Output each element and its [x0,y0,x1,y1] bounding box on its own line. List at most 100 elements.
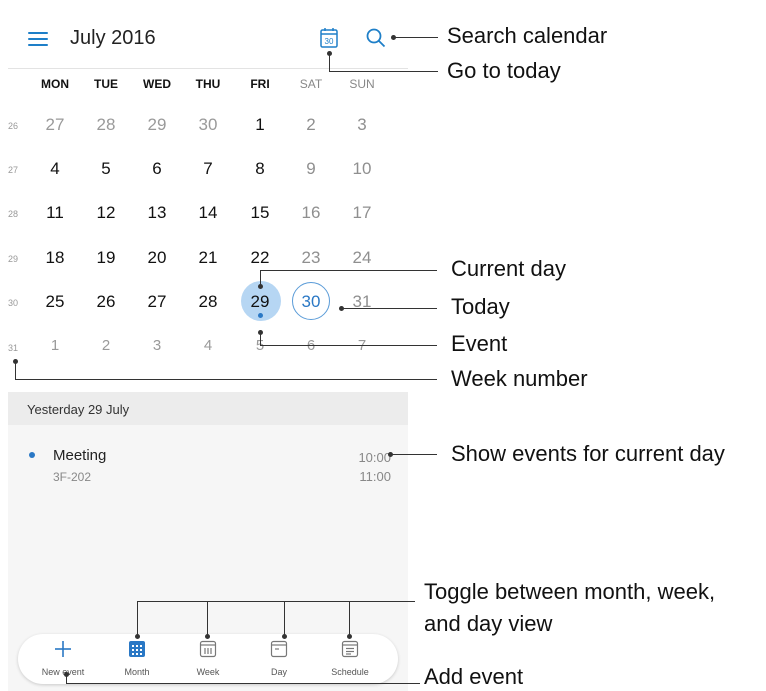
day-cell[interactable]: 4 [183,337,233,354]
week-number: 29 [8,254,19,264]
weekday-label: TUE [94,77,118,91]
plus-icon [55,641,71,657]
callout-line [15,361,16,380]
callout-dot [347,634,352,639]
day-cell[interactable]: 8 [235,159,285,179]
callout-line [284,601,285,636]
week-number: 31 [8,343,19,353]
day-cell[interactable]: 2 [286,115,336,135]
tab-label: New event [41,667,85,677]
callout-line [66,683,420,684]
day-cell[interactable]: 6 [132,159,182,179]
events-date-header: Yesterday 29 July [8,392,408,425]
day-cell[interactable]: 15 [235,203,285,223]
day-cell[interactable]: 31 [337,292,387,312]
tab-schedule[interactable]: Schedule [315,634,385,684]
day-cell[interactable]: 22 [235,248,285,268]
day-cell[interactable]: 1 [30,337,80,354]
day-cell[interactable]: 1 [235,115,285,135]
event-color-dot [29,452,35,458]
tab-day[interactable]: Day [244,634,314,684]
tab-label: Month [124,667,150,677]
day-cell[interactable]: 14 [183,203,233,223]
day-cell[interactable]: 4 [30,159,80,179]
month-title[interactable]: July 2016 [70,27,156,50]
day-cell[interactable]: 2 [81,337,131,354]
day-cell[interactable]: 27 [30,115,80,135]
event-title: Meeting [53,447,107,464]
weekday-label: WED [143,77,171,91]
annotation-event: Event [451,331,508,356]
callout-line [349,601,350,636]
today-icon-number: 30 [325,37,334,46]
callout-dot [282,634,287,639]
day-cell[interactable]: 28 [81,115,131,135]
day-cell[interactable]: 29 [132,115,182,135]
day-cell[interactable]: 28 [183,292,233,312]
week-row: 26 27 28 29 30 1 2 3 [8,106,408,143]
week-icon [199,640,217,658]
week-row: 30 25 26 27 28 29 30 31 [8,281,408,321]
callout-line [394,37,438,38]
day-cell[interactable]: 25 [30,292,80,312]
day-cell[interactable]: 11 [30,203,80,223]
day-cell[interactable]: 24 [337,248,387,268]
event-end-time: 11:00 [359,469,391,484]
day-cell[interactable]: 3 [132,337,182,354]
callout-line [342,308,437,309]
day-cell[interactable]: 10 [337,159,387,179]
day-cell[interactable]: 27 [132,292,182,312]
day-cell[interactable]: 18 [30,248,80,268]
callout-line [260,332,261,346]
search-icon[interactable] [366,28,386,48]
day-cell[interactable]: 19 [81,248,131,268]
week-number: 28 [8,209,19,219]
callout-line [15,379,437,380]
event-location: 3F-202 [53,470,92,484]
day-cell[interactable]: 16 [286,203,336,223]
weekday-label: MON [41,77,69,91]
day-cell-today[interactable]: 30 [286,292,336,312]
callout-line [260,345,437,346]
weekday-label: SAT [299,77,323,91]
weekday-header: MON TUE WED THU FRI SAT SUN [8,68,408,95]
day-cell[interactable]: 17 [337,203,387,223]
day-icon [270,640,288,658]
annotation-show-events: Show events for current day [451,441,725,466]
day-cell[interactable]: 21 [183,248,233,268]
tab-month[interactable]: Month [102,634,172,684]
weekday-label: THU [195,77,221,91]
bottom-toolbar: New event Month Week Day Schedule [18,634,398,684]
day-cell[interactable]: 20 [132,248,182,268]
new-event-button[interactable]: New event [28,634,98,684]
annotation-toggle-views-line1: Toggle between month, week, [424,579,716,604]
tab-week[interactable]: Week [173,634,243,684]
day-cell[interactable]: 3 [337,115,387,135]
week-number: 26 [8,121,19,131]
day-cell[interactable]: 26 [81,292,131,312]
day-cell[interactable]: 23 [286,248,336,268]
events-date-label: Yesterday 29 July [27,402,130,417]
day-cell[interactable]: 30 [183,115,233,135]
day-cell[interactable]: 13 [132,203,182,223]
week-row: 27 4 5 6 7 8 9 10 [8,150,408,187]
event-start-time: 10:00 [358,450,391,465]
callout-line [137,601,415,602]
annotation-go-to-today: Go to today [447,58,561,83]
day-cell-current[interactable]: 29 [235,292,285,312]
annotation-week-number: Week number [451,366,588,391]
annotation-today: Today [451,294,510,319]
annotation-add-event: Add event [424,664,524,689]
callout-line [207,601,208,636]
month-grid-icon [129,641,145,657]
day-cell[interactable]: 12 [81,203,131,223]
week-number: 27 [8,165,19,175]
annotation-current-day: Current day [451,256,566,281]
day-cell[interactable]: 9 [286,159,336,179]
go-to-today-icon[interactable]: 30 [320,27,338,48]
day-cell[interactable]: 7 [183,159,233,179]
tab-label: Week [196,667,220,677]
menu-icon[interactable] [28,32,48,46]
callout-line [391,454,437,455]
day-cell[interactable]: 5 [81,159,131,179]
